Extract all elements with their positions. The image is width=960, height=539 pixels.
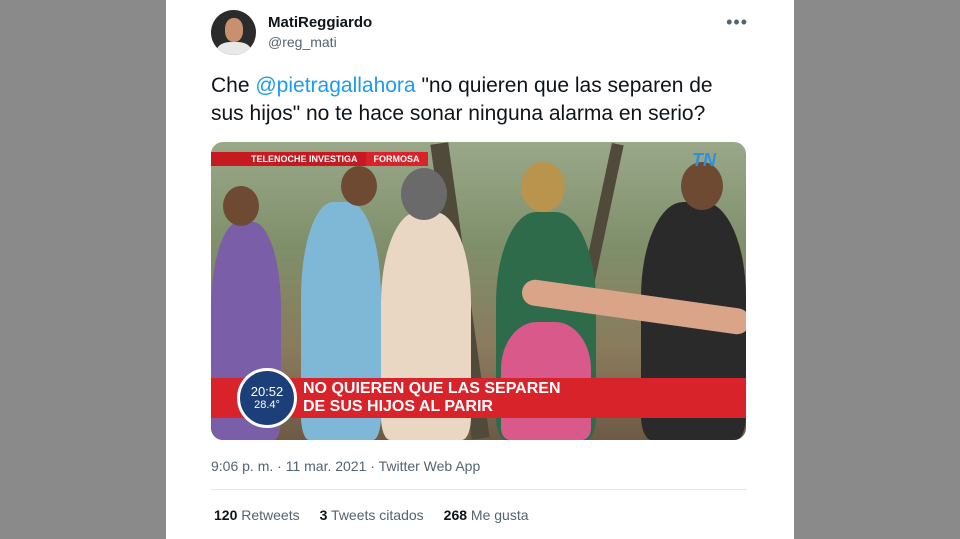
program-label: TELENOCHE INVESTIGA — [211, 152, 366, 166]
headline-line-1: NO QUIEREN QUE LAS SEPAREN — [303, 380, 561, 397]
user-handle[interactable]: @reg_mati — [268, 34, 337, 50]
more-horizontal-icon[interactable]: ••• — [726, 12, 748, 33]
clock-time: 20:52 — [250, 384, 284, 399]
tweet-text: Che @pietragallahora "no quieren que las… — [211, 72, 751, 128]
retweets-count: 120 — [214, 507, 238, 523]
quotes-stat[interactable]: 3 Tweets citados — [320, 507, 424, 523]
person-head — [401, 168, 447, 220]
channel-logo: TN — [692, 150, 716, 170]
quotes-label: Tweets citados — [331, 507, 424, 523]
retweets-stat[interactable]: 120 Retweets — [214, 507, 300, 523]
likes-count: 268 — [443, 507, 468, 523]
tweet-media-image[interactable]: TELENOCHE INVESTIGA FORMOSA TN 20:52 28.… — [211, 142, 746, 440]
news-top-bar: TELENOCHE INVESTIGA FORMOSA — [211, 152, 428, 166]
avatar-face — [225, 18, 243, 42]
mention-link[interactable]: @pietragallahora — [255, 74, 415, 97]
tweet-timestamp[interactable]: 9:06 p. m. · 11 mar. 2021 · Twitter Web … — [211, 458, 480, 474]
news-headline: NO QUIEREN QUE LAS SEPAREN DE SUS HIJOS … — [303, 380, 561, 416]
retweets-label: Retweets — [241, 507, 300, 523]
avatar[interactable] — [211, 10, 256, 55]
quotes-count: 3 — [319, 507, 328, 523]
divider — [211, 489, 747, 490]
person-head — [223, 186, 259, 226]
likes-stat[interactable]: 268 Me gusta — [444, 507, 529, 523]
clock-temperature: 28.4° — [254, 399, 280, 411]
display-name[interactable]: MatiReggiardo — [268, 14, 372, 31]
avatar-shirt — [217, 42, 251, 55]
clock-badge: 20:52 28.4° — [237, 368, 297, 428]
tweet-text-start: Che — [211, 74, 256, 97]
person-head — [521, 162, 565, 212]
engagement-stats: 120 Retweets 3 Tweets citados 268 Me gus… — [214, 507, 529, 523]
person-head — [341, 166, 377, 206]
location-label: FORMOSA — [373, 154, 420, 164]
likes-label: Me gusta — [470, 507, 529, 523]
tweet-card: MatiReggiardo @reg_mati ••• Che @pietrag… — [166, 0, 794, 539]
headline-line-2: DE SUS HIJOS AL PARIR — [303, 398, 493, 415]
